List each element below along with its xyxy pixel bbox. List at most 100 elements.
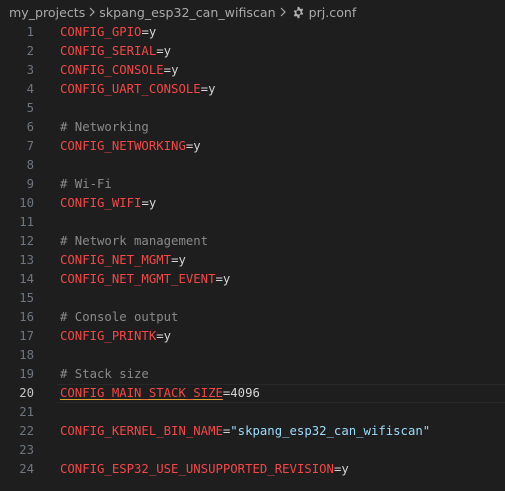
code-line[interactable]: 20 CONFIG_MAIN_STACK_SIZE=4096 bbox=[0, 384, 505, 403]
config-key: CONFIG_KERNEL_BIN_NAME bbox=[60, 424, 223, 438]
equals-sign: = bbox=[156, 329, 164, 343]
config-key: CONFIG_WIFI bbox=[60, 196, 142, 210]
line-number: 14 bbox=[19, 272, 34, 286]
chevron-right-icon bbox=[276, 7, 290, 17]
line-content: # Wi-Fi bbox=[60, 175, 112, 194]
code-line[interactable]: 11 bbox=[0, 213, 505, 232]
line-number: 19 bbox=[19, 367, 34, 381]
equals-sign: = bbox=[163, 63, 172, 77]
code-line[interactable]: 19 # Stack size bbox=[0, 365, 505, 384]
config-value: y bbox=[163, 44, 172, 58]
comment-text: # Console output bbox=[60, 310, 179, 324]
line-number: 22 bbox=[19, 424, 34, 438]
config-value: y bbox=[178, 253, 186, 267]
comment-text: # Networking bbox=[60, 120, 149, 134]
config-key: CONFIG_CONSOLE bbox=[60, 63, 164, 77]
line-content: CONFIG_NET_MGMT_EVENT=y bbox=[60, 270, 230, 289]
code-line[interactable]: 6 # Networking bbox=[0, 118, 505, 137]
line-number: 12 bbox=[19, 234, 34, 248]
line-number: 15 bbox=[19, 291, 34, 305]
line-number: 5 bbox=[26, 101, 34, 115]
code-line[interactable]: 12 # Network management bbox=[0, 232, 505, 251]
line-number: 9 bbox=[26, 177, 34, 191]
line-number: 6 bbox=[26, 120, 34, 134]
line-number: 18 bbox=[19, 348, 34, 362]
line-number: 2 bbox=[26, 44, 34, 58]
line-content: CONFIG_CONSOLE=y bbox=[60, 61, 178, 80]
code-line[interactable]: 2 CONFIG_SERIAL=y bbox=[0, 42, 505, 61]
equals-sign: = bbox=[200, 82, 209, 96]
line-number: 24 bbox=[19, 462, 34, 476]
code-line[interactable]: 15 bbox=[0, 289, 505, 308]
line-number: 23 bbox=[19, 443, 34, 457]
config-key: CONFIG_NET_MGMT_EVENT bbox=[60, 272, 216, 286]
line-content: CONFIG_NETWORKING=y bbox=[60, 137, 201, 156]
line-number: 3 bbox=[26, 63, 34, 77]
comment-text: # Network management bbox=[60, 234, 209, 248]
chevron-right-icon bbox=[85, 7, 99, 17]
code-line[interactable]: 3 CONFIG_CONSOLE=y bbox=[0, 61, 505, 80]
line-content: # Stack size bbox=[60, 365, 149, 384]
code-editor[interactable]: 1 CONFIG_GPIO=y 2 CONFIG_SERIAL=y 3 CONFIG_CO… bbox=[0, 23, 505, 479]
code-line[interactable]: 22 CONFIG_KERNEL_BIN_NAME="skpang_esp32_c… bbox=[0, 422, 505, 441]
code-line[interactable]: 17 CONFIG_PRINTK=y bbox=[0, 327, 505, 346]
code-line[interactable]: 4 CONFIG_UART_CONSOLE=y bbox=[0, 80, 505, 99]
line-number: 13 bbox=[19, 253, 34, 267]
line-content: CONFIG_GPIO=y bbox=[60, 23, 156, 42]
line-number: 21 bbox=[19, 405, 34, 419]
config-value: y bbox=[148, 196, 157, 210]
code-line[interactable]: 24 CONFIG_ESP32_USE_UNSUPPORTED_REVISION=… bbox=[0, 460, 505, 479]
config-value: y bbox=[163, 329, 172, 343]
line-number: 17 bbox=[19, 329, 34, 343]
config-value: y bbox=[222, 272, 231, 286]
line-content: # Console output bbox=[60, 308, 178, 327]
line-content: CONFIG_WIFI=y bbox=[60, 194, 156, 213]
config-key: CONFIG_NETWORKING bbox=[60, 139, 186, 153]
equals-sign: = bbox=[141, 25, 149, 39]
config-value: y bbox=[208, 82, 216, 96]
code-line[interactable]: 18 bbox=[0, 346, 505, 365]
code-line[interactable]: 23 bbox=[0, 441, 505, 460]
line-number: 1 bbox=[26, 25, 34, 39]
line-number: 4 bbox=[26, 82, 34, 96]
code-line[interactable]: 14 CONFIG_NET_MGMT_EVENT=y bbox=[0, 270, 505, 289]
line-content: CONFIG_KERNEL_BIN_NAME="skpang_esp32_can… bbox=[60, 422, 430, 441]
config-value: y bbox=[171, 63, 179, 77]
config-key: CONFIG_UART_CONSOLE bbox=[60, 82, 201, 96]
line-content: CONFIG_UART_CONSOLE=y bbox=[60, 80, 215, 99]
code-line[interactable]: 10 CONFIG_WIFI=y bbox=[0, 194, 505, 213]
code-line[interactable]: 9 # Wi-Fi bbox=[0, 175, 505, 194]
code-line[interactable]: 21 bbox=[0, 403, 505, 422]
line-content: CONFIG_ESP32_USE_UNSUPPORTED_REVISION=y bbox=[60, 460, 349, 479]
code-line[interactable]: 7 CONFIG_NETWORKING=y bbox=[0, 137, 505, 156]
comment-text: # Stack size bbox=[60, 367, 149, 381]
equals-sign: = bbox=[215, 272, 223, 286]
config-key: CONFIG_NET_MGMT bbox=[60, 253, 172, 267]
config-value: 4096 bbox=[230, 386, 260, 400]
breadcrumb: my_projects skpang_esp32_can_wifiscan pr… bbox=[0, 0, 505, 24]
code-line[interactable]: 16 # Console output bbox=[0, 308, 505, 327]
equals-sign: = bbox=[141, 196, 149, 210]
config-value: y bbox=[148, 25, 157, 39]
config-string-value: "skpang_esp32_can_wifiscan" bbox=[230, 424, 431, 438]
breadcrumb-item-my-projects[interactable]: my_projects bbox=[9, 5, 85, 20]
code-line[interactable]: 8 bbox=[0, 156, 505, 175]
line-number: 8 bbox=[26, 158, 34, 172]
line-number: 20 bbox=[19, 386, 34, 400]
code-line[interactable]: 1 CONFIG_GPIO=y bbox=[0, 23, 505, 42]
config-value: y bbox=[341, 462, 349, 476]
breadcrumb-item-project[interactable]: skpang_esp32_can_wifiscan bbox=[99, 5, 275, 20]
line-content: CONFIG_MAIN_STACK_SIZE=4096 bbox=[60, 384, 260, 403]
comment-text: # Wi-Fi bbox=[60, 177, 112, 191]
config-key: CONFIG_PRINTK bbox=[60, 329, 157, 343]
config-value: y bbox=[193, 139, 201, 153]
line-number: 10 bbox=[19, 196, 34, 210]
line-number: 7 bbox=[26, 139, 34, 153]
config-key: CONFIG_MAIN_STACK_SIZE bbox=[60, 386, 223, 400]
config-key: CONFIG_GPIO bbox=[60, 25, 142, 39]
config-key: CONFIG_ESP32_USE_UNSUPPORTED_REVISION bbox=[60, 462, 334, 476]
line-content: CONFIG_NET_MGMT=y bbox=[60, 251, 186, 270]
code-line[interactable]: 5 bbox=[0, 99, 505, 118]
code-line[interactable]: 13 CONFIG_NET_MGMT=y bbox=[0, 251, 505, 270]
breadcrumb-item-file[interactable]: prj.conf bbox=[309, 5, 357, 20]
